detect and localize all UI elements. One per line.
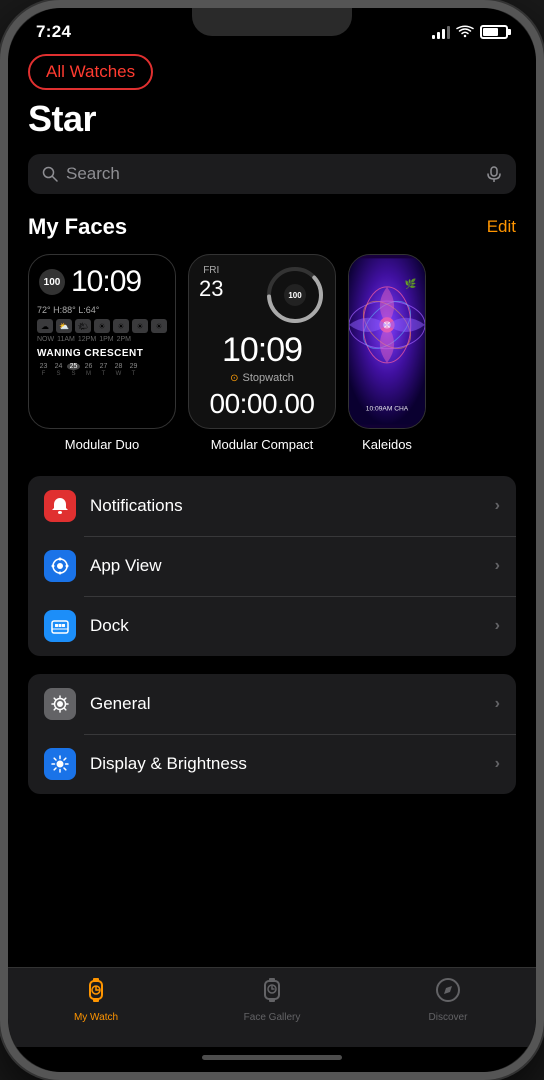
kaleid-label: Kaleidos	[362, 437, 412, 452]
modular-duo-preview: 100 10:09 72° H:88° L:64° ☁ ⛅ 🌤 ☀ ☀ ☀ ☀	[28, 254, 176, 429]
wifi-icon	[456, 25, 474, 39]
edit-button[interactable]: Edit	[487, 217, 516, 237]
dock-row[interactable]: Dock ›	[28, 596, 516, 656]
settings-group-1: Notifications › App View	[28, 476, 516, 656]
tab-mywatch[interactable]: My Watch	[8, 976, 184, 1023]
battery-icon	[480, 25, 508, 39]
watch-face-kaleidoscope[interactable]: 10:09AM CHA 🌿 Kaleidos	[348, 254, 426, 452]
display-brightness-icon	[44, 748, 76, 780]
display-brightness-row[interactable]: Display & Brightness ›	[28, 734, 516, 794]
modular-duo-label: Modular Duo	[65, 437, 139, 452]
dock-chevron: ›	[495, 617, 500, 635]
tab-mywatch-label: My Watch	[74, 1012, 118, 1023]
notifications-icon	[44, 490, 76, 522]
general-icon	[44, 688, 76, 720]
search-bar[interactable]: Search	[28, 154, 516, 194]
appview-label: App View	[90, 556, 481, 576]
my-faces-title: My Faces	[28, 214, 127, 240]
kaleid-preview: 10:09AM CHA 🌿	[348, 254, 426, 429]
main-content: All Watches Star Search My	[8, 46, 536, 967]
modular-compact-label: Modular Compact	[211, 437, 314, 452]
tab-discover-label: Discover	[429, 1012, 468, 1023]
phone-frame: 7:24	[0, 0, 544, 1080]
appview-icon	[44, 550, 76, 582]
notifications-label: Notifications	[90, 496, 481, 516]
watch-faces-row: 100 10:09 72° H:88° L:64° ☁ ⛅ 🌤 ☀ ☀ ☀ ☀	[28, 254, 516, 452]
signal-bars-icon	[432, 25, 450, 39]
facegallery-icon	[258, 976, 286, 1008]
tab-bar: My Watch Face Gallery	[8, 967, 536, 1047]
display-brightness-label: Display & Brightness	[90, 754, 481, 774]
settings-group-2: General › Display & Brightness ›	[28, 674, 516, 794]
appview-chevron: ›	[495, 557, 500, 575]
status-icons	[432, 25, 508, 39]
all-watches-button[interactable]: All Watches	[28, 54, 153, 90]
all-watches-label: All Watches	[46, 62, 135, 81]
search-placeholder: Search	[66, 164, 478, 184]
dock-icon	[44, 610, 76, 642]
general-chevron: ›	[495, 695, 500, 713]
notifications-row[interactable]: Notifications ›	[28, 476, 516, 536]
search-icon	[42, 166, 58, 182]
tab-facegallery[interactable]: Face Gallery	[184, 976, 360, 1023]
dock-label: Dock	[90, 616, 481, 636]
bottom-area	[8, 1047, 536, 1072]
screen: 7:24	[8, 8, 536, 1072]
notifications-chevron: ›	[495, 497, 500, 515]
modular-compact-preview: FRI 23 100	[188, 254, 336, 429]
tab-discover[interactable]: Discover	[360, 976, 536, 1023]
discover-icon	[434, 976, 462, 1008]
home-indicator	[202, 1055, 342, 1060]
my-faces-header: My Faces Edit	[28, 214, 516, 240]
mywatch-icon	[82, 976, 110, 1008]
watch-face-modular-compact[interactable]: FRI 23 100	[188, 254, 336, 452]
watch-face-modular-duo[interactable]: 100 10:09 72° H:88° L:64° ☁ ⛅ 🌤 ☀ ☀ ☀ ☀	[28, 254, 176, 452]
status-bar: 7:24	[8, 8, 536, 46]
status-time: 7:24	[36, 22, 71, 42]
microphone-icon	[486, 166, 502, 182]
tab-facegallery-label: Face Gallery	[244, 1012, 301, 1023]
general-row[interactable]: General ›	[28, 674, 516, 734]
general-label: General	[90, 694, 481, 714]
appview-row[interactable]: App View ›	[28, 536, 516, 596]
display-brightness-chevron: ›	[495, 755, 500, 773]
svg-text:🌿: 🌿	[405, 278, 417, 290]
page-title: Star	[28, 98, 516, 140]
svg-text:10:09AM CHA: 10:09AM CHA	[366, 405, 409, 412]
